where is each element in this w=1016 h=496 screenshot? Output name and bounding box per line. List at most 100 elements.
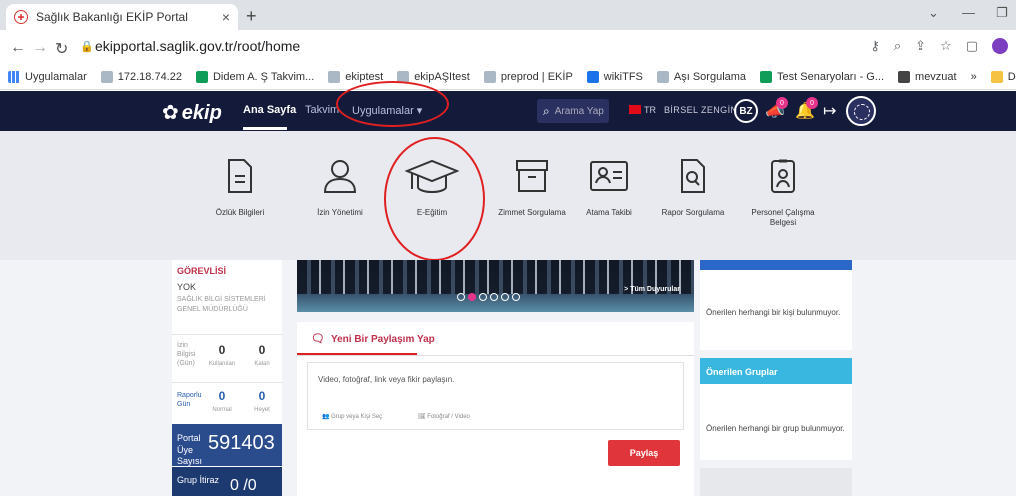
report-label: Raporlu Gün [177,392,202,409]
url-input[interactable]: ekipportal.saglik.gov.tr/root/home [95,38,300,54]
portal-navbar: ✿ ekip Ana Sayfa Takvim Uygulamalar ▾ ⌕ Ar… [0,91,1016,131]
announcement-carousel[interactable]: > Tüm Duyurular [297,260,694,312]
bookmark-item[interactable]: 172.18.74.22 [100,70,182,83]
share-text-input[interactable]: Video, fotoğraf, link veya fikir paylaşı… [307,362,684,430]
share-composer: 🗨 Yeni Bir Paylaşım Yap Video, fotoğraf, … [297,322,694,496]
bookmark-item[interactable]: Didem A. Ş Takvim... [195,70,314,83]
forward-icon[interactable]: → [32,39,48,57]
group-objection-value: 0 /0 [230,477,257,494]
bookmark-item[interactable]: Aşı Sorgulama [656,70,746,83]
carousel-dot-active[interactable] [468,293,476,301]
ekip-logo[interactable]: ✿ ekip [162,100,222,125]
address-bar-actions: ⚷ ⌕ ⇪ ☆ ▢ [870,38,1008,54]
bookmark-item[interactable]: Test Senaryoları - G... [760,70,884,83]
select-group-or-person-button[interactable]: 👥 Grup veya Kişi Seç [322,413,382,420]
nav-calendar[interactable]: Takvim [305,104,339,116]
menu-item-e-learning[interactable]: E-Eğitim [387,158,477,218]
carousel-dot[interactable] [457,293,465,301]
folder-icon [990,70,1003,83]
applications-menu: Özlük Bilgileri İzin Yönetimi E-Eğitim Z… [0,131,1016,260]
nav-active-indicator [243,127,287,130]
bookmark-item[interactable]: mevzuat [898,70,957,83]
bookmarks-overflow-button[interactable]: » [971,71,977,83]
calendar-icon [760,70,773,83]
user-avatar[interactable]: BZ [734,99,758,123]
bookmarks-bar: Uygulamalar 172.18.74.22 Didem A. Ş Takv… [0,64,1016,90]
bookmark-item[interactable]: wikiTFS [586,70,643,83]
lock-icon[interactable]: 🔒 [80,40,94,53]
portal-members-label: Portal Üye Sayısı [177,433,203,467]
leave-left-value: 0 [258,343,266,357]
back-icon[interactable]: ← [10,39,26,57]
language-selector[interactable]: TR [644,105,656,115]
search-input[interactable]: ⌕ Arama Yap [537,99,609,123]
document-icon [228,159,252,193]
image-icon: 🖼 [418,414,428,420]
side-panel-icon[interactable]: ▢ [966,38,978,54]
profile-avatar[interactable] [992,38,1008,54]
menu-item-personnel-info[interactable]: Özlük Bilgileri [195,158,285,218]
suggested-people-card: Önerilen herhangi bir kişi bulunmuyor. [700,270,852,350]
tab-title: Sağlık Bakanlığı EKİP Portal [36,10,188,24]
leave-label: İzin Bilgisi (Gün) [177,342,196,368]
page-icon [656,70,669,83]
restore-icon[interactable]: ❐ [996,5,1008,21]
leave-stats: İzin Bilgisi (Gün) 0 Kullanılan 0 Kalan [172,334,282,378]
menu-item-work-certificate[interactable]: Personel Çalışma Belgesi [738,158,828,228]
logout-icon[interactable]: ↦ [823,101,836,121]
share-button[interactable]: Paylaş [608,440,680,466]
portal-members-value: 591403 [208,432,275,454]
key-icon[interactable]: ⚷ [870,38,880,54]
all-announcements-link[interactable]: > Tüm Duyurular [624,286,680,293]
suggested-groups-empty: Önerilen herhangi bir grup bulunmuyor. [706,424,845,433]
announcement-badge: 0 [776,97,788,109]
new-tab-button[interactable]: + [246,6,257,27]
chat-bubble-icon: 🗨 [311,333,325,345]
zoom-icon[interactable]: ⌕ [894,38,901,54]
nav-applications[interactable]: Uygulamalar ▾ [352,104,422,117]
minimize-icon[interactable]: — [962,5,975,20]
profile-role: GÖREVLİSİ [177,266,227,276]
page-content: GÖREVLİSİ YOK SAĞLIK BİLGİ SİSTEMLERİ GE… [0,260,1016,496]
portal-members-box: Portal Üye Sayısı 591403 [172,424,282,466]
bookmark-item[interactable]: ekipAŞItest [397,70,470,83]
search-icon: ⌕ [543,103,550,118]
menu-item-report-query[interactable]: Rapor Sorgulama [648,158,738,218]
bookmark-item[interactable]: preprod | EKİP [483,70,573,83]
suggestions-column: Önerilen herhangi bir kişi bulunmuyor. Ö… [700,260,852,496]
nav-home[interactable]: Ana Sayfa [243,104,296,116]
menu-item-leave-management[interactable]: İzin Yönetimi [295,158,385,218]
user-name[interactable]: BİRSEL ZENGİN [664,105,737,115]
bookmark-star-icon[interactable]: ☆ [940,38,952,54]
browser-tab-strip: ✚ Sağlık Bakanlığı EKİP Portal × + ⌄ — ❐ [0,0,1016,30]
photo-video-button[interactable]: 🖼 Fotoğraf / Video [418,413,470,420]
share-icon[interactable]: ⇪ [915,38,926,54]
menu-item-assignment-tracking[interactable]: Atama Takibi [564,158,654,218]
tab-search-icon[interactable]: ⌄ [928,5,939,21]
bookmark-item[interactable]: Uygulamalar [8,70,87,83]
carousel-dot[interactable] [490,293,498,301]
carousel-dots [457,293,520,301]
carousel-dot[interactable] [479,293,487,301]
page-icon [100,70,113,83]
carousel-dot[interactable] [501,293,509,301]
page-icon [397,70,410,83]
share-tab[interactable]: 🗨 Yeni Bir Paylaşım Yap [311,332,435,345]
bookmark-item[interactable]: ekiptest [328,70,383,83]
carousel-dot[interactable] [512,293,520,301]
suggested-groups-card: Önerilen herhangi bir grup bulunmuyor. [700,384,852,460]
suggested-groups-title: Önerilen Gruplar [700,358,852,384]
reload-icon[interactable]: ↻ [55,39,68,59]
globe-icon [898,70,911,83]
bookmark-folder[interactable]: Diğer yer i [990,70,1016,83]
turkey-flag-icon[interactable] [629,105,641,114]
badge-icon [771,159,795,193]
page-icon [328,70,341,83]
divider [297,355,694,356]
report-search-icon [681,159,705,193]
report-stats: Raporlu Gün 0 Normal 0 Heyet [172,382,282,422]
tfs-icon [586,70,599,83]
browser-tab[interactable]: ✚ Sağlık Bakanlığı EKİP Portal × [6,4,238,30]
people-icon: 👥 [322,414,332,420]
tab-close-icon[interactable]: × [222,9,230,25]
